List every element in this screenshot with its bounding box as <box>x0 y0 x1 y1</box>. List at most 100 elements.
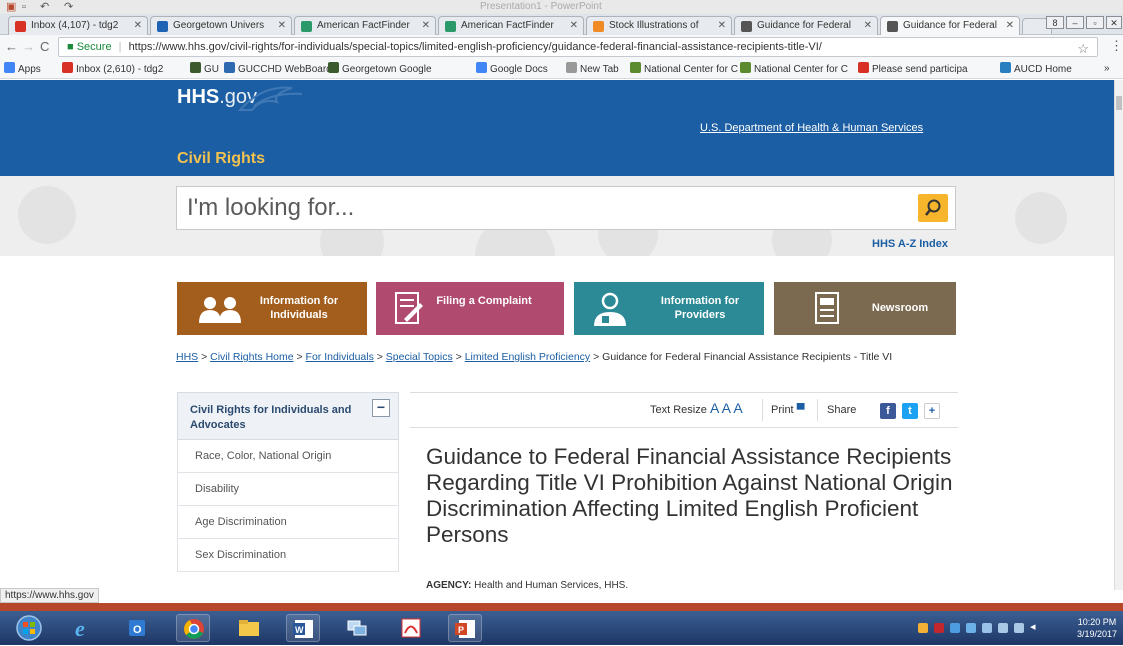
search-button[interactable] <box>918 194 948 222</box>
close-tab-icon[interactable]: ✕ <box>134 17 142 35</box>
breadcrumb-separator: > <box>373 351 386 363</box>
browser-tab[interactable]: Inbox (4,107) - tdg2 ✕ <box>8 16 148 35</box>
close-tab-icon[interactable]: ✕ <box>278 17 286 35</box>
outlook-icon[interactable]: O <box>120 614 154 642</box>
sidebar-heading[interactable]: Civil Rights for Individuals and Advocat… <box>177 392 399 440</box>
category-label: Newsroom <box>871 302 929 314</box>
share-more-icon[interactable]: + <box>924 403 940 419</box>
system-clock[interactable]: 10:20 PM 3/19/2017 <box>1072 616 1122 640</box>
save-icon[interactable]: ▫ <box>22 0 26 14</box>
tray-app-icon[interactable] <box>934 623 944 633</box>
tray-shield-icon[interactable] <box>918 623 928 633</box>
word-icon[interactable]: W <box>286 614 320 642</box>
address-bar[interactable]: ■ Secure | https://www.hhs.gov/civil-rig… <box>58 37 1098 57</box>
twitter-icon[interactable]: t <box>902 403 918 419</box>
browser-tab[interactable]: Guidance for Federal ✕ <box>734 16 878 35</box>
bookmark-item[interactable]: GUCCHD WebBoard <box>224 62 332 77</box>
bookmark-item[interactable]: AUCD Home <box>1000 62 1072 77</box>
file-explorer-icon[interactable] <box>232 614 266 642</box>
info-providers-button[interactable]: Information for Providers <box>574 282 764 335</box>
bookmark-star-icon[interactable]: ☆ <box>1077 40 1089 56</box>
url-text: https://www.hhs.gov/civil-rights/for-ind… <box>128 41 822 53</box>
breadcrumb-link[interactable]: For Individuals <box>306 351 374 363</box>
back-arrow-icon[interactable]: ← <box>5 39 18 55</box>
vertical-scrollbar[interactable] <box>1114 80 1123 590</box>
bookmark-item[interactable]: Georgetown Google <box>328 62 432 77</box>
bookmark-item[interactable]: Please send participa <box>858 62 968 77</box>
tray-network-icon[interactable] <box>966 623 976 633</box>
site-header: HHS.gov Civil Rights U.S. Department of … <box>0 80 1114 176</box>
bookmark-label: GUCCHD WebBoard <box>238 64 332 75</box>
close-tab-icon[interactable]: ✕ <box>1006 17 1014 35</box>
bookmark-item[interactable]: National Center for C <box>630 62 738 77</box>
acrobat-icon[interactable] <box>394 614 428 642</box>
breadcrumb-link[interactable]: Limited English Proficiency <box>465 351 590 363</box>
print-button[interactable]: Print ▀ <box>771 401 804 419</box>
ne-icon <box>740 62 751 73</box>
tray-volume-icon[interactable] <box>982 623 992 633</box>
tray-dropbox-icon[interactable] <box>950 623 960 633</box>
browser-tab[interactable]: Stock Illustrations of ✕ <box>586 16 732 35</box>
chrome-menu-icon[interactable]: ⋮ <box>1110 38 1123 54</box>
breadcrumb-link[interactable]: Special Topics <box>386 351 453 363</box>
close-tab-icon[interactable]: ✕ <box>570 17 578 35</box>
section-title[interactable]: Civil Rights <box>177 150 265 168</box>
profile-icon[interactable]: 8 <box>1046 16 1064 29</box>
page-tools: Text Resize A A A Print ▀ Share f t + <box>410 392 958 428</box>
address-separator: | <box>118 41 122 53</box>
start-orb-icon[interactable] <box>12 614 46 642</box>
network-icon[interactable] <box>340 614 374 642</box>
sidebar-item-disability[interactable]: Disability <box>177 473 399 506</box>
scroll-thumb[interactable] <box>1116 96 1122 110</box>
tab-label: Inbox (4,107) - tdg2 <box>31 20 119 31</box>
collapse-toggle-icon[interactable]: − <box>372 399 390 417</box>
reload-icon[interactable]: C <box>40 39 49 55</box>
minimize-icon[interactable]: – <box>1066 16 1084 29</box>
internet-explorer-icon[interactable]: e <box>66 614 100 642</box>
stock-icon <box>593 21 604 32</box>
bookmark-item[interactable]: New Tab <box>566 62 619 77</box>
browser-tab[interactable]: Georgetown Univers ✕ <box>150 16 292 35</box>
facebook-icon[interactable]: f <box>880 403 896 419</box>
info-individuals-button[interactable]: Information for Individuals <box>177 282 367 335</box>
sidebar-item-sex[interactable]: Sex Discrimination <box>177 539 399 572</box>
dept-link[interactable]: U.S. Department of Health & Human Servic… <box>700 122 923 134</box>
breadcrumb-link[interactable]: Civil Rights Home <box>210 351 293 363</box>
breadcrumb-current: Guidance for Federal Financial Assistanc… <box>602 351 893 363</box>
text-resize-buttons[interactable]: A A A <box>710 399 743 417</box>
bookmark-item[interactable]: Inbox (2,610) - tdg2 <box>62 62 163 77</box>
bookmark-item[interactable]: GU <box>190 62 219 77</box>
sidebar-item-age[interactable]: Age Discrimination <box>177 506 399 539</box>
az-index-link[interactable]: HHS A-Z Index <box>872 238 948 250</box>
browser-tab[interactable]: Guidance for Federal ✕ <box>880 16 1020 36</box>
document-pen-icon <box>395 292 423 324</box>
close-tab-icon[interactable]: ✕ <box>718 17 726 35</box>
more-bookmarks-button[interactable]: » <box>1104 62 1110 76</box>
close-tab-icon[interactable]: ✕ <box>422 17 430 35</box>
breadcrumb-link[interactable]: HHS <box>176 351 198 363</box>
redo-icon[interactable]: ↷ <box>64 0 73 14</box>
bookmark-item[interactable]: National Center for C <box>740 62 848 77</box>
newsroom-button[interactable]: Newsroom <box>774 282 956 335</box>
undo-icon[interactable]: ↶ <box>40 0 49 14</box>
svg-text:W: W <box>295 625 304 635</box>
newspaper-icon <box>815 292 839 324</box>
powerpoint-app-icon[interactable]: ▣ <box>6 0 16 14</box>
browser-tab[interactable]: American FactFinder ✕ <box>294 16 436 35</box>
tray-speaker-icon[interactable]: ◂ <box>1030 620 1036 633</box>
tray-wifi-icon[interactable] <box>1014 623 1024 633</box>
bookmark-item[interactable]: Apps <box>4 62 41 77</box>
page-title: Guidance to Federal Financial Assistance… <box>426 444 953 547</box>
tray-flag-icon[interactable] <box>998 623 1008 633</box>
restore-icon[interactable]: ▫ <box>1086 16 1104 29</box>
close-window-icon[interactable]: ✕ <box>1106 16 1122 29</box>
close-tab-icon[interactable]: ✕ <box>864 17 872 35</box>
browser-tab[interactable]: American FactFinder ✕ <box>438 16 584 35</box>
sidebar-item-race[interactable]: Race, Color, National Origin <box>177 440 399 473</box>
chrome-icon[interactable] <box>176 614 210 642</box>
search-input[interactable]: I'm looking for... <box>176 186 956 230</box>
bookmark-item[interactable]: Google Docs <box>476 62 548 77</box>
filing-complaint-button[interactable]: Filing a Complaint <box>376 282 564 335</box>
forward-arrow-icon[interactable]: → <box>22 39 35 55</box>
powerpoint-icon[interactable]: P <box>448 614 482 642</box>
